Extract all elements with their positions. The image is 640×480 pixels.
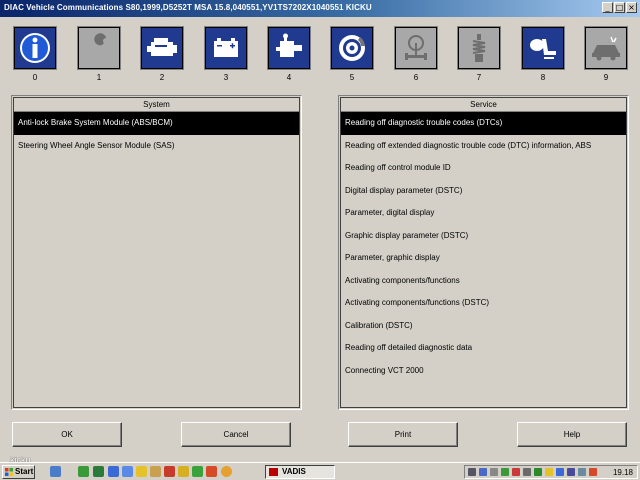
- quicklaunch-icon[interactable]: [150, 466, 161, 477]
- toolbar-item-4[interactable]: 4: [267, 26, 311, 82]
- toolbar-item-1[interactable]: 1: [77, 26, 121, 82]
- toolbar-number: 8: [540, 73, 546, 82]
- windows-logo-icon: [5, 468, 13, 476]
- quicklaunch-icon[interactable]: [192, 466, 203, 477]
- car-body-icon: [584, 26, 628, 70]
- quicklaunch-icon[interactable]: [50, 466, 61, 477]
- system-item-sas[interactable]: Steering Wheel Angle Sensor Module (SAS): [14, 135, 299, 158]
- system-item-abs[interactable]: Anti-lock Brake System Module (ABS/BCM): [14, 112, 299, 135]
- service-item[interactable]: Graphic display parameter (DSTC): [341, 225, 626, 248]
- quicklaunch-icon[interactable]: [178, 466, 189, 477]
- toolbar-number: 0: [32, 73, 38, 82]
- tray-icon[interactable]: [556, 468, 564, 476]
- toolbar-item-5[interactable]: 5: [330, 26, 374, 82]
- start-button[interactable]: Start: [2, 465, 35, 479]
- service-item[interactable]: Calibration (DSTC): [341, 315, 626, 338]
- system-panel: System Anti-lock Brake System Module (AB…: [11, 95, 302, 410]
- tray-icon[interactable]: [534, 468, 542, 476]
- suspension-icon: [457, 26, 501, 70]
- start-label: Start: [15, 467, 34, 476]
- toolbar-number: 3: [223, 73, 229, 82]
- tray-icon[interactable]: [490, 468, 498, 476]
- service-item[interactable]: Parameter, digital display: [341, 202, 626, 225]
- service-item[interactable]: Activating components/functions: [341, 270, 626, 293]
- quicklaunch-icon[interactable]: [93, 466, 104, 477]
- system-list: System Anti-lock Brake System Module (AB…: [13, 97, 300, 408]
- help-button[interactable]: Help: [517, 422, 627, 447]
- wrench-icon: [77, 26, 121, 70]
- cancel-button[interactable]: Cancel: [181, 422, 291, 447]
- close-button[interactable]: ×: [626, 2, 637, 13]
- tray-icon[interactable]: [501, 468, 509, 476]
- toolbar-item-9[interactable]: 9: [584, 26, 628, 82]
- tray-icon[interactable]: [512, 468, 520, 476]
- print-button[interactable]: Print: [348, 422, 458, 447]
- window-title: DIAC Vehicle Communications S80,1999,D52…: [4, 3, 372, 12]
- toolbar-number: 4: [286, 73, 292, 82]
- task-label: VADIS: [282, 467, 306, 476]
- minimize-button[interactable]: _: [602, 2, 613, 13]
- service-item[interactable]: Parameter, graphic display: [341, 247, 626, 270]
- service-header: Service: [341, 98, 626, 112]
- service-item[interactable]: Connecting VCT 2000: [341, 360, 626, 383]
- quicklaunch-icon[interactable]: [78, 466, 89, 477]
- service-item[interactable]: Digital display parameter (DSTC): [341, 180, 626, 203]
- tray-icon[interactable]: [468, 468, 476, 476]
- toolbar-number: 1: [96, 73, 102, 82]
- tray-icon[interactable]: [589, 468, 597, 476]
- service-item[interactable]: Reading off control module ID: [341, 157, 626, 180]
- taskbar: Start VADIS 19.18: [0, 462, 640, 480]
- toolbar-item-0[interactable]: 0: [13, 26, 57, 82]
- brake-disc-icon: [330, 26, 374, 70]
- tray-icon[interactable]: [479, 468, 487, 476]
- system-tray: 19.18: [464, 465, 638, 479]
- quicklaunch-icon[interactable]: [136, 466, 147, 477]
- service-item[interactable]: Reading off diagnostic trouble codes (DT…: [341, 112, 626, 135]
- toolbar-item-8[interactable]: 8: [521, 26, 565, 82]
- quicklaunch-icon[interactable]: [122, 466, 133, 477]
- service-list: Service Reading off diagnostic trouble c…: [340, 97, 627, 408]
- toolbar-item-6[interactable]: 6: [394, 26, 438, 82]
- toolbar-number: 2: [159, 73, 165, 82]
- quicklaunch-icon[interactable]: [206, 466, 217, 477]
- toolbar-item-7[interactable]: 7: [457, 26, 501, 82]
- toolbar-item-2[interactable]: 2: [140, 26, 184, 82]
- taskbar-task-vadis[interactable]: VADIS: [265, 465, 335, 479]
- ok-button[interactable]: OK: [12, 422, 122, 447]
- browser-icon[interactable]: [221, 466, 232, 477]
- vadis-app-icon: [269, 468, 278, 476]
- toolbar-number: 6: [413, 73, 419, 82]
- toolbar-number: 9: [603, 73, 609, 82]
- function-group-toolbar: 0 1 2 3 4 5 6 7 8 9: [0, 17, 640, 87]
- toolbar-number: 5: [349, 73, 355, 82]
- service-item[interactable]: Reading off detailed diagnostic data: [341, 337, 626, 360]
- toolbar-item-3[interactable]: 3: [204, 26, 248, 82]
- system-header: System: [14, 98, 299, 112]
- tray-icon[interactable]: [523, 468, 531, 476]
- quicklaunch-icon[interactable]: [108, 466, 119, 477]
- info-icon: [13, 26, 57, 70]
- steering-icon: [394, 26, 438, 70]
- clock: 19.18: [612, 468, 633, 477]
- toolbar-number: 7: [476, 73, 482, 82]
- maximize-button[interactable]: □: [614, 2, 625, 13]
- speaker-icon[interactable]: [578, 468, 586, 476]
- service-panel: Service Reading off diagnostic trouble c…: [338, 95, 629, 410]
- service-item[interactable]: Reading off extended diagnostic trouble …: [341, 135, 626, 158]
- transmission-icon: [267, 26, 311, 70]
- title-bar: DIAC Vehicle Communications S80,1999,D52…: [0, 0, 640, 17]
- battery-icon: [204, 26, 248, 70]
- tray-icon[interactable]: [545, 468, 553, 476]
- service-item[interactable]: Activating components/functions (DSTC): [341, 292, 626, 315]
- seat-airbag-icon: [521, 26, 565, 70]
- quicklaunch-icon[interactable]: [164, 466, 175, 477]
- tray-icon[interactable]: [567, 468, 575, 476]
- engine-icon: [140, 26, 184, 70]
